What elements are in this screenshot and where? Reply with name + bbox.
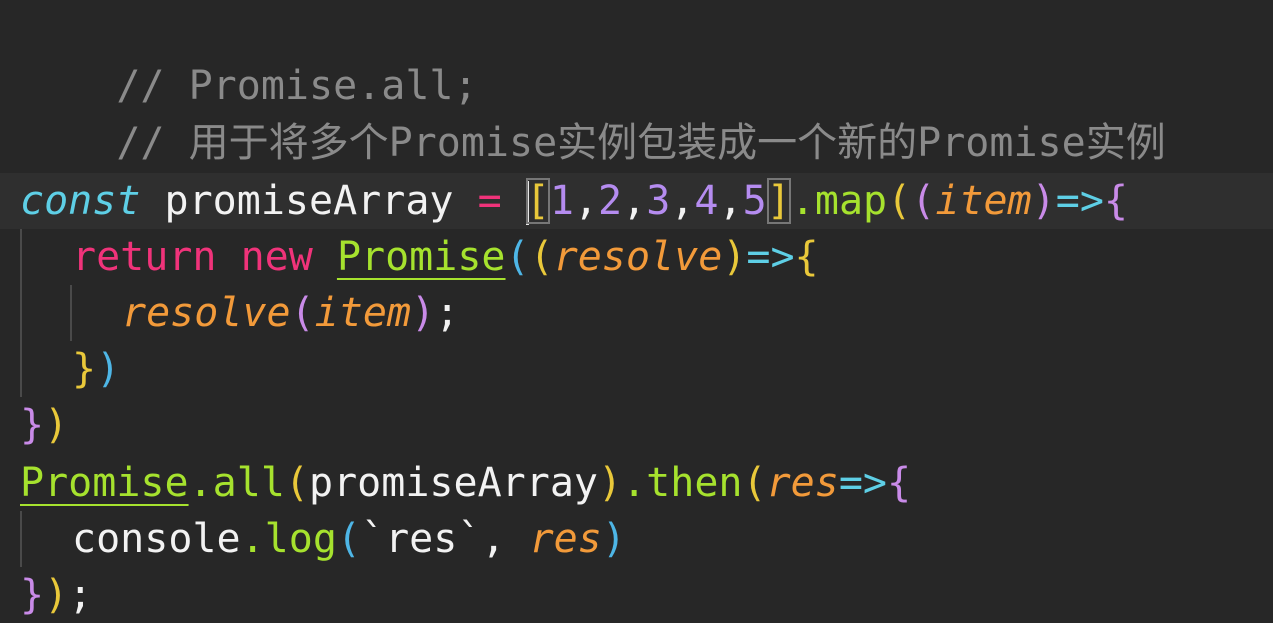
paren-open: ( — [505, 234, 530, 280]
brace-close: } — [20, 572, 45, 618]
brace-open: { — [794, 234, 819, 280]
code-line-2: // 用于将多个Promise实例包装成一个新的Promise实例 — [20, 59, 1165, 166]
keyword-const: const — [20, 178, 141, 224]
paren-close: ) — [44, 402, 69, 448]
comma: , — [622, 178, 647, 224]
function-resolve: resolve — [122, 290, 291, 336]
paren-close: ) — [96, 346, 121, 392]
variable-name: promiseArray — [140, 178, 478, 224]
comma: , — [573, 178, 599, 224]
code-line-11: }); — [20, 567, 92, 623]
method-log: .log — [240, 516, 337, 562]
number-literal: 1 — [549, 178, 574, 224]
param-item: item — [935, 178, 1032, 224]
object-console: console — [72, 516, 241, 562]
code-line-9: Promise.all(promiseArray).then(res=>{ — [20, 455, 911, 511]
class-promise: Promise — [20, 460, 189, 506]
number-literal: 2 — [598, 178, 623, 224]
bracket-open: [ — [525, 178, 550, 224]
indent-guide-inner — [70, 285, 72, 341]
indent-guide-outer — [20, 229, 22, 397]
paren-open: ( — [336, 516, 361, 562]
paren-close: ) — [1031, 178, 1056, 224]
paren-open: ( — [529, 234, 554, 280]
paren-open: ( — [911, 178, 936, 224]
paren-open: ( — [290, 290, 315, 336]
code-line-8: }) — [20, 397, 68, 453]
brace-close: } — [20, 402, 45, 448]
comma: , — [670, 178, 695, 224]
code-editor[interactable]: // Promise.all; // 用于将多个Promise实例包装成一个新的… — [0, 0, 1273, 623]
comma: , — [718, 178, 743, 224]
param-resolve: resolve — [553, 234, 723, 280]
brace-open: { — [887, 460, 912, 506]
number-literal: 3 — [646, 178, 671, 224]
param-res: res — [766, 460, 839, 506]
number-literal: 4 — [694, 178, 719, 224]
class-promise: Promise — [336, 234, 506, 280]
paren-open: ( — [742, 460, 767, 506]
bracket-close: ] — [766, 178, 791, 224]
method-map: .map — [790, 178, 888, 224]
brace-close: } — [72, 346, 97, 392]
brace-open: { — [1103, 178, 1128, 224]
arrow-operator: => — [838, 460, 888, 506]
keyword-new: new — [240, 234, 313, 280]
code-line-1: // Promise.all; — [20, 2, 477, 109]
template-string: `res` — [361, 516, 482, 562]
code-line-6: resolve(item); — [122, 285, 459, 341]
keyword-return: return — [72, 234, 217, 280]
arrow-operator: => — [1055, 178, 1104, 224]
paren-open: ( — [284, 460, 309, 506]
semicolon: ; — [68, 572, 93, 618]
method-all: .all — [188, 460, 285, 506]
paren-close: ) — [44, 572, 69, 618]
comma: , — [481, 516, 530, 562]
arrow-operator: => — [746, 234, 795, 280]
arg-promise-array: promiseArray — [309, 460, 598, 506]
comment-text: // 用于将多个Promise实例包装成一个新的Promise实例 — [116, 120, 1166, 166]
method-then: .then — [622, 460, 743, 506]
arg-res: res — [529, 516, 602, 562]
arg-item: item — [314, 290, 411, 336]
paren-close: ) — [601, 516, 626, 562]
paren-close: ) — [597, 460, 623, 506]
indent-guide-then — [20, 511, 22, 567]
code-line-10: console.log(`res`, res) — [72, 511, 626, 567]
paren-close: ) — [411, 290, 436, 336]
code-line-4: const promiseArray = [1,2,3,4,5].map((it… — [20, 173, 1128, 229]
code-line-5: return new Promise((resolve)=>{ — [72, 229, 819, 285]
paren-open: ( — [887, 178, 912, 224]
paren-close: ) — [722, 234, 747, 280]
number-literal: 5 — [742, 178, 767, 224]
semicolon: ; — [435, 290, 460, 336]
code-line-7: }) — [72, 341, 120, 397]
assign-operator: = — [477, 178, 502, 224]
